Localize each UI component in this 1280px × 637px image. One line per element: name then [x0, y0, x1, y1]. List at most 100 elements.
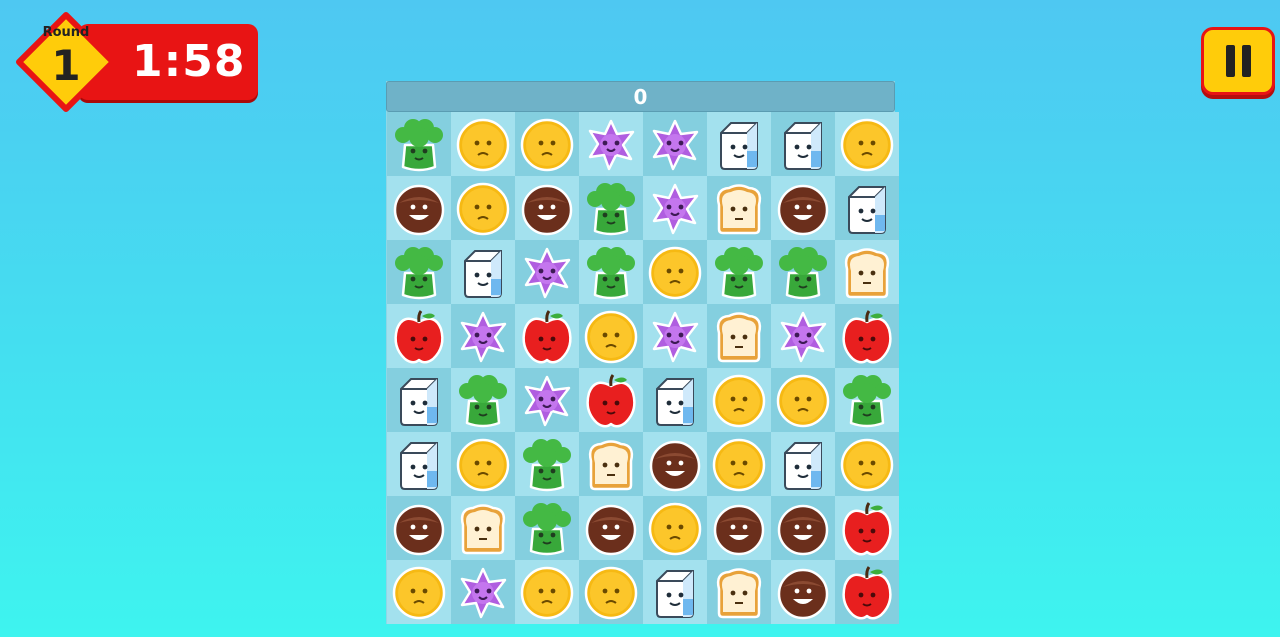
board-cell[interactable] [835, 432, 899, 496]
board-cell[interactable] [771, 240, 835, 304]
board-cell[interactable] [771, 432, 835, 496]
apple-piece-icon [586, 374, 636, 428]
board-cell[interactable] [707, 176, 771, 240]
board-cell[interactable] [515, 304, 579, 368]
broccoli-piece-icon [587, 247, 635, 300]
broccoli-piece-icon [587, 183, 635, 236]
board-cell[interactable] [707, 240, 771, 304]
board-cell[interactable] [707, 112, 771, 176]
board-cell[interactable] [451, 496, 515, 560]
board-cell[interactable] [451, 176, 515, 240]
board-cell[interactable] [835, 304, 899, 368]
apple-piece-icon [842, 566, 892, 620]
bread-piece-icon [460, 504, 506, 555]
round-number: 1 [51, 41, 81, 90]
orange-piece-icon [456, 438, 510, 492]
board-cell[interactable] [515, 176, 579, 240]
board-cell[interactable] [835, 176, 899, 240]
board-cell[interactable] [579, 112, 643, 176]
pause-button[interactable] [1201, 27, 1275, 95]
board-cell[interactable] [643, 112, 707, 176]
orange-piece-icon [456, 118, 510, 172]
board-cell[interactable] [771, 368, 835, 432]
board-cell[interactable] [387, 496, 451, 560]
coconut-piece-icon [393, 504, 445, 556]
board-cell[interactable] [579, 240, 643, 304]
board-cell[interactable] [835, 112, 899, 176]
orange-piece-icon [456, 182, 510, 236]
board-cell[interactable] [515, 368, 579, 432]
board-cell[interactable] [579, 368, 643, 432]
board-cell[interactable] [579, 304, 643, 368]
broccoli-piece-icon [523, 503, 571, 556]
board-cell[interactable] [387, 176, 451, 240]
coconut-piece-icon [777, 184, 829, 236]
board-cell[interactable] [451, 240, 515, 304]
board-cell[interactable] [387, 432, 451, 496]
board-cell[interactable] [835, 496, 899, 560]
board-cell[interactable] [643, 368, 707, 432]
orange-piece-icon [520, 566, 574, 620]
board-cell[interactable] [515, 240, 579, 304]
board-cell[interactable] [643, 240, 707, 304]
orange-piece-icon [584, 566, 638, 620]
board-cell[interactable] [835, 368, 899, 432]
board-cell[interactable] [643, 304, 707, 368]
board-cell[interactable] [771, 560, 835, 624]
bread-piece-icon [716, 184, 762, 235]
board-cell[interactable] [771, 176, 835, 240]
board-cell[interactable] [579, 432, 643, 496]
board-cell[interactable] [387, 240, 451, 304]
board-cell[interactable] [835, 560, 899, 624]
milk-piece-icon [656, 378, 694, 426]
milk-piece-icon [784, 442, 822, 490]
board-cell[interactable] [451, 432, 515, 496]
board-cell[interactable] [515, 496, 579, 560]
board-cell[interactable] [835, 240, 899, 304]
board-cell[interactable] [387, 112, 451, 176]
board-cell[interactable] [451, 112, 515, 176]
board-cell[interactable] [515, 112, 579, 176]
round-label: Round [42, 25, 90, 40]
board-cell[interactable] [643, 432, 707, 496]
board-cell[interactable] [579, 496, 643, 560]
flower-piece-icon [460, 311, 507, 363]
board-cell[interactable] [707, 368, 771, 432]
board-cell[interactable] [451, 304, 515, 368]
apple-piece-icon [842, 502, 892, 556]
board-cell[interactable] [771, 496, 835, 560]
board-cell[interactable] [579, 176, 643, 240]
board-cell[interactable] [771, 304, 835, 368]
orange-piece-icon [648, 246, 702, 300]
timer-text: 1:58 [132, 36, 246, 87]
flower-piece-icon [460, 567, 507, 619]
board-cell[interactable] [515, 432, 579, 496]
board-cell[interactable] [579, 560, 643, 624]
orange-piece-icon [584, 310, 638, 364]
board-cell[interactable] [707, 560, 771, 624]
board-cell[interactable] [451, 560, 515, 624]
milk-piece-icon [400, 378, 438, 426]
board-cell[interactable] [707, 432, 771, 496]
board-cell[interactable] [707, 496, 771, 560]
board-cell[interactable] [387, 560, 451, 624]
board-cell[interactable] [451, 368, 515, 432]
score-value: 0 [633, 85, 648, 109]
apple-piece-icon [522, 310, 572, 364]
milk-piece-icon [400, 442, 438, 490]
board-cell[interactable] [643, 496, 707, 560]
flower-piece-icon [780, 311, 827, 363]
board-cell[interactable] [387, 304, 451, 368]
board-cell[interactable] [707, 304, 771, 368]
board-cell[interactable] [643, 176, 707, 240]
piece-grid [387, 112, 899, 624]
board-cell[interactable] [515, 560, 579, 624]
orange-piece-icon [712, 374, 766, 428]
broccoli-piece-icon [459, 375, 507, 428]
game-board: 0 [386, 81, 899, 624]
board-cell[interactable] [771, 112, 835, 176]
board-cell[interactable] [387, 368, 451, 432]
pause-icon [1226, 45, 1235, 77]
coconut-piece-icon [393, 184, 445, 236]
board-cell[interactable] [643, 560, 707, 624]
